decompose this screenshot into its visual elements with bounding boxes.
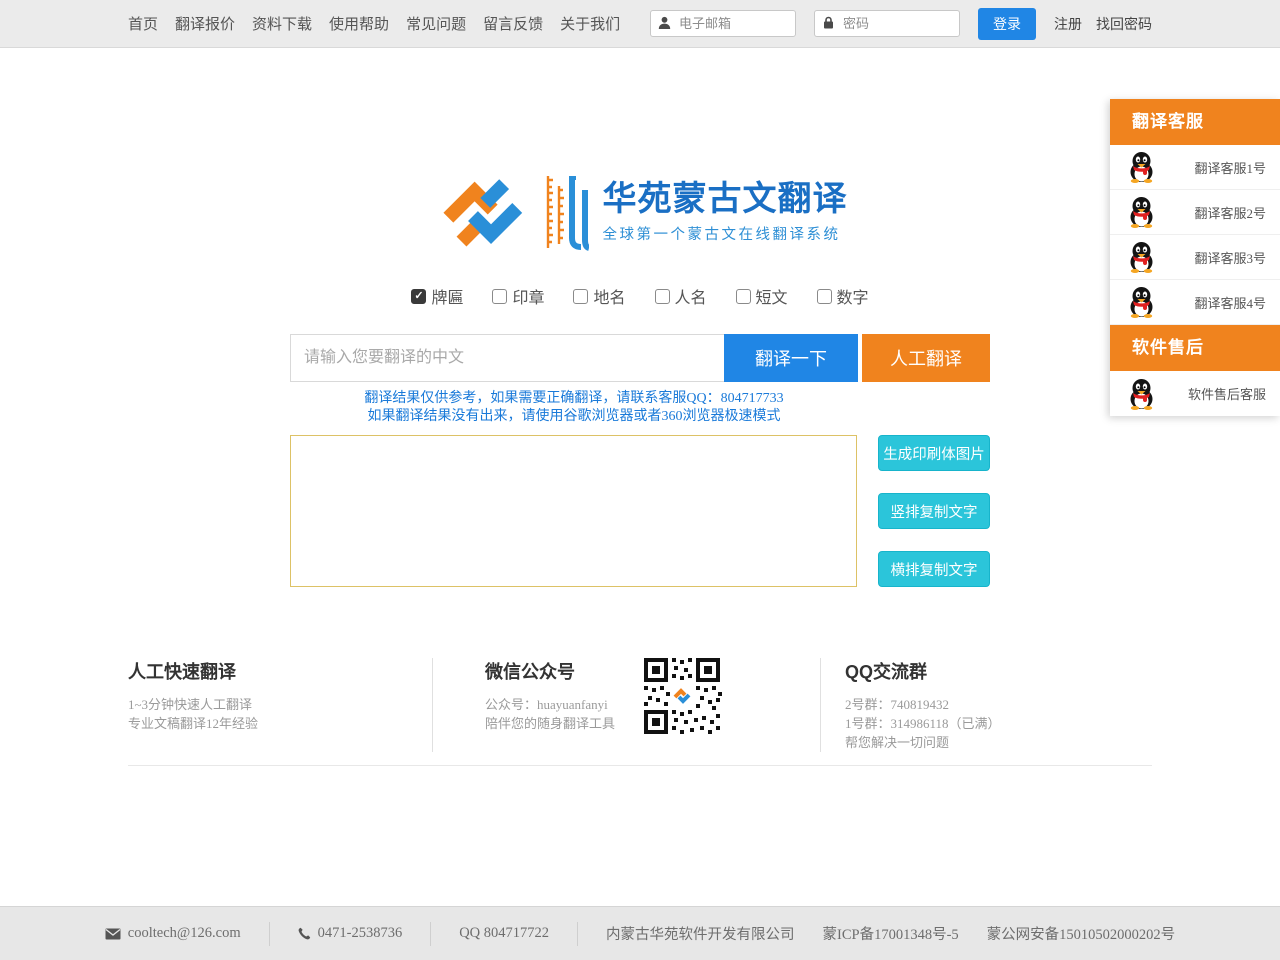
- site-subtitle: 全球第一个蒙古文在线翻译系统: [603, 223, 848, 244]
- checkbox-icon: [655, 289, 670, 304]
- category-checkbox-plaque[interactable]: 牌匾: [411, 284, 463, 308]
- checkbox-icon: [573, 289, 588, 304]
- person-icon: [658, 16, 671, 29]
- copy-horizontal-text-button[interactable]: 横排复制文字: [878, 551, 990, 587]
- password-field[interactable]: [814, 10, 960, 37]
- envelope-icon: [105, 928, 121, 940]
- checkbox-icon: [492, 289, 507, 304]
- contact-email: cooltech@126.com: [77, 922, 269, 946]
- nav-pricing[interactable]: 翻译报价: [175, 13, 235, 34]
- qq-penguin-icon: [1128, 151, 1155, 183]
- icp-number[interactable]: 蒙ICP备17001348号-5: [823, 923, 959, 944]
- main-content: 华苑蒙古文翻译 全球第一个蒙古文在线翻译系统 牌匾 印章 地名 人名 短文 数字: [128, 171, 1152, 766]
- footer-title-qq-group: QQ交流群: [845, 658, 1152, 684]
- site-logo: 华苑蒙古文翻译 全球第一个蒙古文在线翻译系统: [128, 171, 1152, 253]
- translate-button[interactable]: 翻译一下: [724, 334, 858, 382]
- translate-input[interactable]: [290, 334, 724, 382]
- manual-translate-button[interactable]: 人工翻译: [862, 334, 990, 382]
- register-link[interactable]: 注册: [1054, 14, 1082, 34]
- nav-downloads[interactable]: 资料下载: [252, 13, 312, 34]
- result-actions: 生成印刷体图片 竖排复制文字 横排复制文字: [878, 435, 990, 587]
- police-number[interactable]: 蒙公网安备15010502000202号: [987, 923, 1176, 944]
- login-area: 登录 注册 找回密码: [650, 8, 1152, 40]
- category-checkbox-numbers[interactable]: 数字: [817, 284, 869, 308]
- email-field[interactable]: [650, 10, 796, 37]
- footer: 人工快速翻译 1~3分钟快速人工翻译 专业文稿翻译12年经验 微信公众号 公众号…: [128, 658, 1152, 766]
- site-title: 华苑蒙古文翻译: [603, 181, 848, 219]
- category-row: 牌匾 印章 地名 人名 短文 数字: [128, 284, 1152, 308]
- category-checkbox-shorttext[interactable]: 短文: [736, 284, 788, 308]
- nav-feedback[interactable]: 留言反馈: [483, 13, 543, 34]
- main-nav: 首页 翻译报价 资料下载 使用帮助 常见问题 留言反馈 关于我们: [128, 13, 620, 34]
- sidebar-header-after-sales: 软件售后: [1110, 325, 1280, 371]
- sidebar-item-service-4[interactable]: 翻译客服4号: [1110, 280, 1280, 325]
- sidebar-item-service-1[interactable]: 翻译客服1号: [1110, 145, 1280, 190]
- nav-about[interactable]: 关于我们: [560, 13, 620, 34]
- translation-result-box[interactable]: [290, 435, 857, 587]
- nav-home[interactable]: 首页: [128, 13, 158, 34]
- category-checkbox-seal[interactable]: 印章: [492, 284, 544, 308]
- category-checkbox-placename[interactable]: 地名: [573, 284, 625, 308]
- qq-penguin-icon: [1128, 241, 1155, 273]
- phone-icon: [298, 927, 311, 940]
- customer-service-sidebar: 翻译客服 翻译客服1号 翻译客服2号 翻译客服3号 翻译客服4号 软件售后 软件…: [1110, 99, 1280, 416]
- footer-title-manual-translate: 人工快速翻译: [128, 658, 432, 684]
- qq-penguin-icon: [1128, 378, 1155, 410]
- notice-text: 翻译结果仅供参考，如果需要正确翻译，请联系客服QQ：804717733 如果翻译…: [290, 390, 858, 426]
- copy-vertical-text-button[interactable]: 竖排复制文字: [878, 493, 990, 529]
- sidebar-item-service-2[interactable]: 翻译客服2号: [1110, 190, 1280, 235]
- contact-qq: QQ 804717722: [430, 922, 577, 946]
- qq-penguin-icon: [1128, 196, 1155, 228]
- logo-mark-icon: [433, 171, 531, 253]
- login-button[interactable]: 登录: [978, 8, 1036, 40]
- generate-print-image-button[interactable]: 生成印刷体图片: [878, 435, 990, 471]
- contact-phone: 0471-2538736: [269, 922, 431, 946]
- wechat-qr-code: [642, 656, 722, 736]
- checkbox-icon: [817, 289, 832, 304]
- footer-title-wechat: 微信公众号: [485, 658, 615, 684]
- bottom-bar: cooltech@126.com 0471-2538736 QQ 8047177…: [0, 906, 1280, 960]
- company-info: 内蒙古华苑软件开发有限公司 蒙ICP备17001348号-5 蒙公网安备1501…: [577, 922, 1203, 946]
- lock-icon: [822, 16, 835, 29]
- category-checkbox-personname[interactable]: 人名: [655, 284, 707, 308]
- mongolian-script-icon: [541, 172, 589, 252]
- nav-faq[interactable]: 常见问题: [406, 13, 466, 34]
- qq-penguin-icon: [1128, 286, 1155, 318]
- sidebar-header-translate-service: 翻译客服: [1110, 99, 1280, 145]
- checkbox-icon: [736, 289, 751, 304]
- nav-help[interactable]: 使用帮助: [329, 13, 389, 34]
- sidebar-item-service-3[interactable]: 翻译客服3号: [1110, 235, 1280, 280]
- top-bar: 首页 翻译报价 资料下载 使用帮助 常见问题 留言反馈 关于我们 登录 注册 找…: [0, 0, 1280, 48]
- sidebar-item-after-sales[interactable]: 软件售后客服: [1110, 371, 1280, 416]
- company-name: 内蒙古华苑软件开发有限公司: [606, 923, 795, 944]
- footer-rule: [128, 765, 1152, 766]
- checkbox-icon: [411, 289, 426, 304]
- forgot-password-link[interactable]: 找回密码: [1096, 14, 1152, 34]
